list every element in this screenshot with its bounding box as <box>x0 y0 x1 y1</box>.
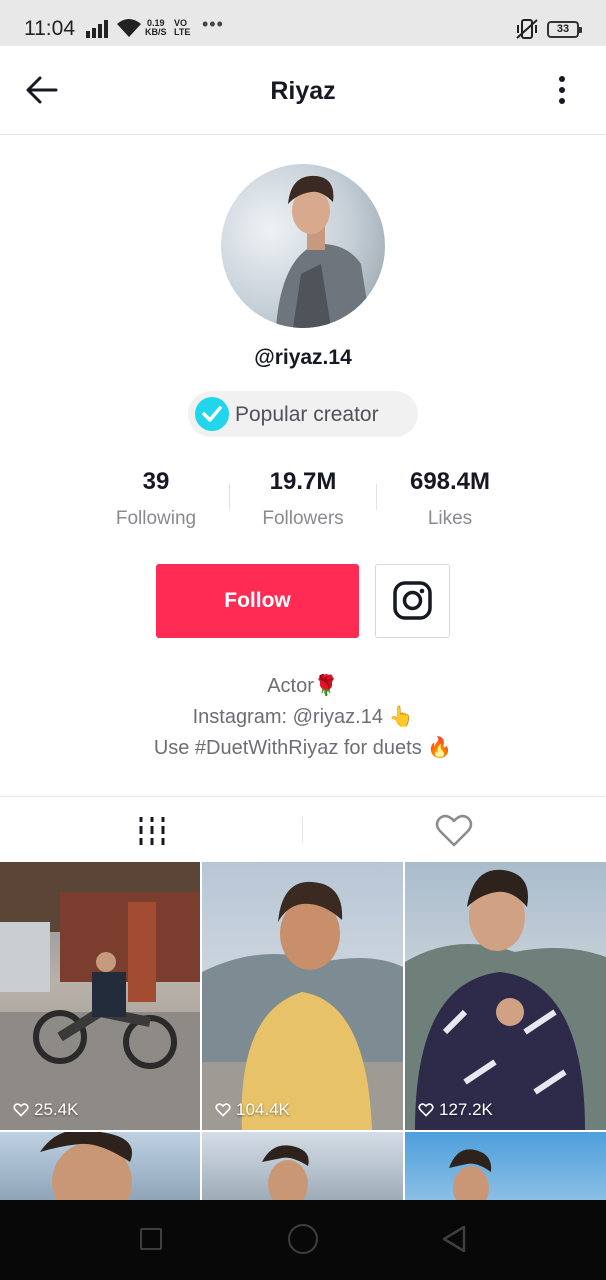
system-nav-bar <box>0 1200 606 1280</box>
status-bar: 11:04 0.19 KB/S VO LTE ••• 33 <box>0 0 606 46</box>
status-overflow: ••• <box>202 14 224 34</box>
follow-button[interactable]: Follow <box>156 564 359 638</box>
back-nav-icon[interactable] <box>440 1224 468 1254</box>
view-count: 127.2K <box>417 1100 493 1120</box>
avatar-photo <box>276 175 371 328</box>
video-thumbnail[interactable]: 127.2K <box>405 862 606 1130</box>
vibrate-icon <box>516 19 538 39</box>
verified-check-icon <box>195 397 229 431</box>
heart-icon <box>215 1103 231 1117</box>
signal-icon <box>86 20 112 38</box>
home-icon[interactable] <box>288 1224 318 1254</box>
video-thumbnail[interactable] <box>0 1132 200 1200</box>
stat-label: Likes <box>427 508 473 529</box>
network-speed: 0.19 KB/S <box>145 18 167 37</box>
recents-icon[interactable] <box>140 1228 162 1250</box>
bio-line: Instagram: @riyaz.14 👆 <box>192 706 414 728</box>
view-count: 25.4K <box>12 1100 78 1120</box>
heart-icon <box>13 1103 29 1117</box>
tab-divider <box>302 817 303 843</box>
instagram-icon <box>393 581 432 620</box>
stat-label: Followers <box>262 508 344 529</box>
more-vertical-icon[interactable] <box>546 70 578 110</box>
stat-label: Following <box>115 508 197 529</box>
stat-value: 698.4M <box>409 468 491 495</box>
page-title: Riyaz <box>270 77 336 105</box>
wifi-icon <box>117 19 141 37</box>
badge-label: Popular creator <box>235 403 379 426</box>
stat-value: 19.7M <box>269 468 337 495</box>
stat-likes[interactable]: 698.4M Likes <box>375 468 525 530</box>
username: @riyaz.14 <box>254 346 352 369</box>
videos-grid-icon[interactable] <box>130 813 174 849</box>
volte-indicator: VO LTE <box>174 18 191 37</box>
stat-followers[interactable]: 19.7M Followers <box>228 468 378 530</box>
video-thumbnail[interactable] <box>202 1132 403 1200</box>
rose-icon: 🌹 <box>313 675 339 697</box>
avatar[interactable] <box>221 164 385 328</box>
video-thumbnail[interactable] <box>405 1132 606 1200</box>
stat-value: 39 <box>142 468 170 495</box>
liked-heart-icon[interactable] <box>432 811 476 851</box>
view-count: 104.4K <box>214 1100 290 1120</box>
video-grid: 25.4K 104.4K 127.2K <box>0 862 606 1200</box>
popular-creator-badge: Popular creator <box>188 391 418 437</box>
bio-line: Actor🌹 <box>267 675 339 697</box>
stat-following[interactable]: 39 Following <box>81 468 231 530</box>
status-time: 11:04 <box>24 17 75 40</box>
video-thumbnail[interactable]: 104.4K <box>202 862 403 1130</box>
top-nav: Riyaz <box>0 46 606 135</box>
battery-icon: 33 <box>547 21 582 38</box>
pointing-up-icon: 👆 <box>388 706 414 728</box>
content-tabs <box>0 796 606 862</box>
fire-icon: 🔥 <box>427 737 453 759</box>
instagram-button[interactable] <box>375 564 450 638</box>
heart-icon <box>418 1103 434 1117</box>
bio-line: Use #DuetWithRiyaz for duets 🔥 <box>153 737 453 759</box>
video-thumbnail[interactable]: 25.4K <box>0 862 200 1130</box>
